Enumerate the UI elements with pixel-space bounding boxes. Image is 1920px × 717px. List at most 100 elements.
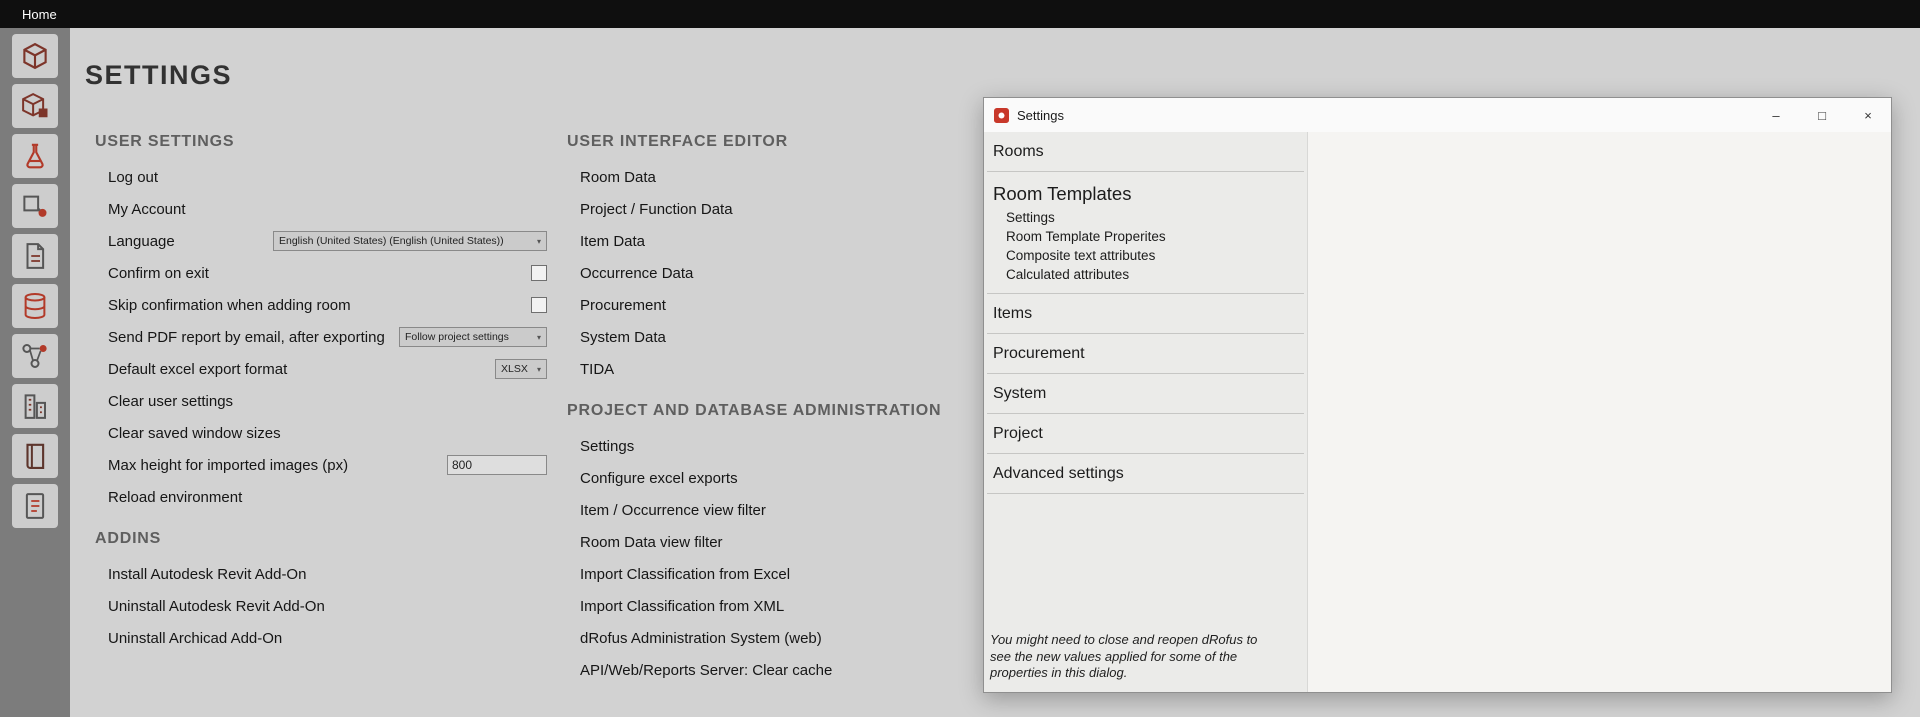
confirm-on-exit-label: Confirm on exit [108, 265, 209, 282]
lab-flask-module-icon[interactable] [12, 134, 58, 178]
settings-column-left: USER SETTINGS Log out My Account Languag… [95, 132, 547, 654]
buildings-module-icon[interactable] [12, 384, 58, 428]
nav-group: System [987, 374, 1304, 414]
configure-excel-exports-link[interactable]: Configure excel exports [580, 470, 738, 487]
nav-subitem-composite-text-attributes[interactable]: Composite text attributes [993, 246, 1296, 265]
excel-format-label: Default excel export format [108, 361, 287, 378]
page-title: SETTINGS [85, 60, 232, 91]
nav-item-room-templates[interactable]: Room Templates [993, 181, 1296, 206]
items-module-icon[interactable] [12, 184, 58, 228]
top-bar: Home [0, 0, 1920, 28]
chevron-down-icon: ▾ [532, 333, 541, 342]
procurement-link[interactable]: Procurement [580, 297, 666, 314]
clear-window-sizes-link[interactable]: Clear saved window sizes [108, 425, 281, 442]
minimize-button[interactable]: – [1753, 98, 1799, 132]
my-account-link[interactable]: My Account [108, 201, 186, 218]
workflow-module-icon[interactable] [12, 334, 58, 378]
settings-row: TIDA [567, 353, 1037, 385]
nav-subitem-settings[interactable]: Settings [993, 208, 1296, 227]
project-function-data-link[interactable]: Project / Function Data [580, 201, 733, 218]
dialog-content-pane [1308, 132, 1891, 692]
room-data-view-filter-link[interactable]: Room Data view filter [580, 534, 723, 551]
confirm-on-exit-checkbox[interactable] [531, 265, 547, 281]
occurrence-data-link[interactable]: Occurrence Data [580, 265, 693, 282]
skip-confirmation-checkbox[interactable] [531, 297, 547, 313]
send-pdf-label: Send PDF report by email, after exportin… [108, 329, 385, 346]
excel-format-select[interactable]: XLSX ▾ [495, 359, 547, 379]
settings-row: Reload environment [95, 481, 547, 513]
documents-module-icon[interactable] [12, 234, 58, 278]
ui-editor-heading: USER INTERFACE EDITOR [567, 132, 1037, 152]
system-data-link[interactable]: System Data [580, 329, 666, 346]
settings-row: Settings [567, 430, 1037, 462]
nav-subitem-calculated-attributes[interactable]: Calculated attributes [993, 265, 1296, 284]
admin-settings-link[interactable]: Settings [580, 438, 634, 455]
room-templates-module-icon[interactable] [12, 84, 58, 128]
window-controls: – □ × [1753, 98, 1891, 132]
settings-row: Room Data [567, 161, 1037, 193]
settings-row: Occurrence Data [567, 257, 1037, 289]
nav-subitems: Settings Room Template Properites Compos… [993, 208, 1296, 284]
settings-row: Clear saved window sizes [95, 417, 547, 449]
settings-row: Import Classification from XML [567, 590, 1037, 622]
import-classification-xml-link[interactable]: Import Classification from XML [580, 598, 784, 615]
settings-dialog: Settings – □ × Rooms Room Templates Sett… [983, 97, 1892, 693]
nav-item-system[interactable]: System [993, 383, 1296, 404]
nav-item-procurement[interactable]: Procurement [993, 343, 1296, 364]
item-occurrence-view-filter-link[interactable]: Item / Occurrence view filter [580, 502, 766, 519]
settings-row: Room Data view filter [567, 526, 1037, 558]
settings-row: Language English (United States) (Englis… [95, 225, 547, 257]
settings-row: Item Data [567, 225, 1037, 257]
uninstall-revit-addon-link[interactable]: Uninstall Autodesk Revit Add-On [108, 598, 325, 615]
nav-group: Procurement [987, 334, 1304, 374]
dialog-nav: Rooms Room Templates Settings Room Templ… [984, 132, 1308, 692]
clear-cache-link[interactable]: API/Web/Reports Server: Clear cache [580, 662, 832, 679]
settings-row: Log out [95, 161, 547, 193]
settings-row: Import Classification from Excel [567, 558, 1037, 590]
reload-environment-link[interactable]: Reload environment [108, 489, 242, 506]
send-pdf-select-value: Follow project settings [405, 331, 532, 343]
close-button[interactable]: × [1845, 98, 1891, 132]
tida-link[interactable]: TIDA [580, 361, 614, 378]
uninstall-archicad-addon-link[interactable]: Uninstall Archicad Add-On [108, 630, 282, 647]
chevron-down-icon: ▾ [532, 365, 541, 374]
nav-item-project[interactable]: Project [993, 423, 1296, 444]
nav-item-advanced-settings[interactable]: Advanced settings [993, 463, 1296, 484]
clear-user-settings-link[interactable]: Clear user settings [108, 393, 233, 410]
nav-item-items[interactable]: Items [993, 303, 1296, 324]
install-revit-addon-link[interactable]: Install Autodesk Revit Add-On [108, 566, 306, 583]
max-image-height-label: Max height for imported images (px) [108, 457, 348, 474]
logout-link[interactable]: Log out [108, 169, 158, 186]
settings-row: Procurement [567, 289, 1037, 321]
dialog-titlebar[interactable]: Settings – □ × [984, 98, 1891, 132]
dialog-title: Settings [1017, 108, 1064, 123]
database-module-icon[interactable] [12, 284, 58, 328]
settings-row: Item / Occurrence view filter [567, 494, 1037, 526]
item-data-link[interactable]: Item Data [580, 233, 645, 250]
rooms-module-icon[interactable] [12, 34, 58, 78]
settings-row: Default excel export format XLSX ▾ [95, 353, 547, 385]
addins-heading: ADDINS [95, 529, 547, 549]
maximize-button[interactable]: □ [1799, 98, 1845, 132]
nav-item-rooms[interactable]: Rooms [993, 141, 1296, 162]
drofus-admin-system-link[interactable]: dRofus Administration System (web) [580, 630, 822, 647]
nav-subitem-room-template-properties[interactable]: Room Template Properites [993, 227, 1296, 246]
admin-heading: PROJECT AND DATABASE ADMINISTRATION [567, 401, 1037, 421]
max-image-height-input[interactable] [447, 455, 547, 475]
import-classification-excel-link[interactable]: Import Classification from Excel [580, 566, 790, 583]
room-data-link[interactable]: Room Data [580, 169, 656, 186]
language-select[interactable]: English (United States) (English (United… [273, 231, 547, 251]
catalog-module-icon[interactable] [12, 434, 58, 478]
settings-row: Uninstall Autodesk Revit Add-On [95, 590, 547, 622]
dialog-body: Rooms Room Templates Settings Room Templ… [984, 132, 1891, 692]
send-pdf-select[interactable]: Follow project settings ▾ [399, 327, 547, 347]
settings-row: Project / Function Data [567, 193, 1037, 225]
nav-group: Project [987, 414, 1304, 454]
settings-row: Uninstall Archicad Add-On [95, 622, 547, 654]
nav-group: Room Templates Settings Room Template Pr… [987, 172, 1304, 294]
nav-group: Advanced settings [987, 454, 1304, 494]
settings-row: My Account [95, 193, 547, 225]
reports-module-icon[interactable] [12, 484, 58, 528]
home-tab[interactable]: Home [0, 0, 79, 28]
settings-row: Install Autodesk Revit Add-On [95, 558, 547, 590]
